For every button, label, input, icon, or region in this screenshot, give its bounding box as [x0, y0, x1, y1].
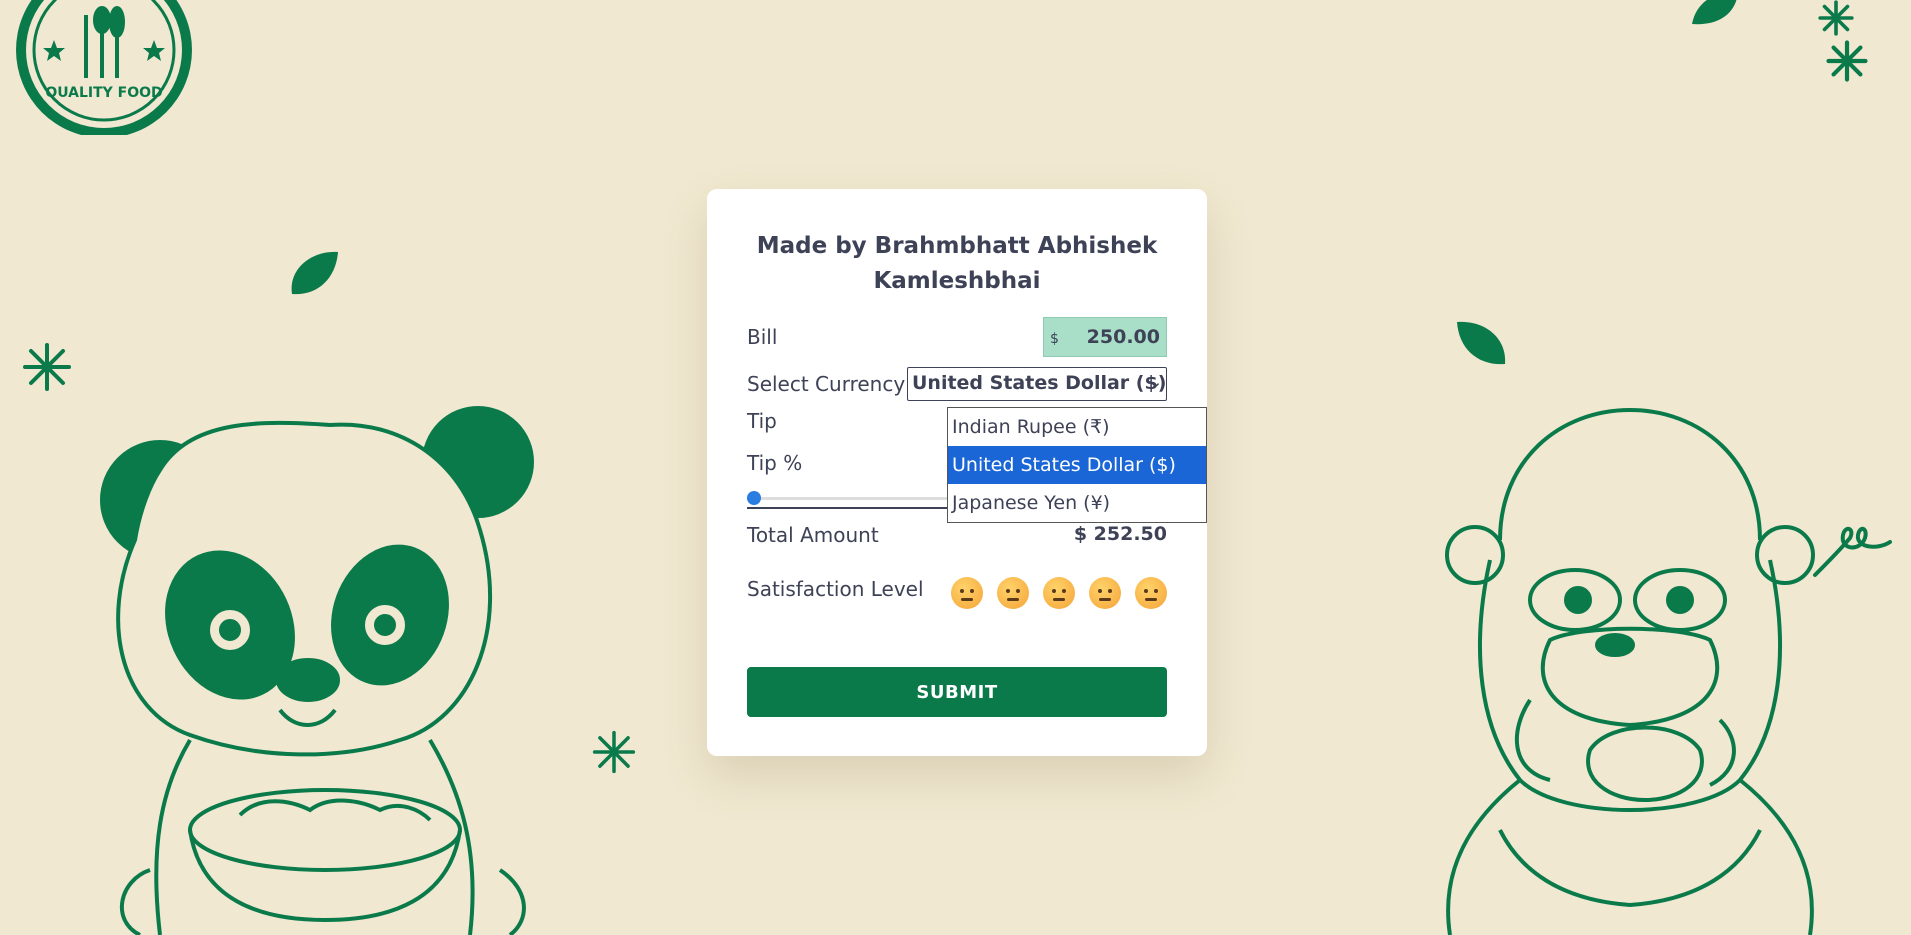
- bill-label: Bill: [747, 325, 778, 349]
- surprised-face-icon[interactable]: [1043, 577, 1075, 609]
- tip-percent-label: Tip %: [747, 451, 803, 475]
- neutral-face-icon[interactable]: [997, 577, 1029, 609]
- currency-option-inr[interactable]: Indian Rupee (₹): [948, 408, 1206, 446]
- grinning-face-icon[interactable]: [1135, 577, 1167, 609]
- tip-label: Tip: [747, 409, 777, 433]
- currency-row: Select Currency United States Dollar ($)…: [747, 367, 1207, 523]
- leaf-icon: [1457, 321, 1506, 365]
- currency-option-jpy[interactable]: Japanese Yen (¥): [948, 484, 1206, 522]
- card-title: Made by Brahmbhatt Abhishek Kamleshbhai: [756, 233, 1158, 294]
- leaf-icon: [1692, 0, 1737, 25]
- pensive-face-icon[interactable]: [951, 577, 983, 609]
- currency-selected-value: United States Dollar ($): [912, 372, 1167, 394]
- bill-input[interactable]: $ 250.00: [1043, 317, 1167, 357]
- smiling-face-icon[interactable]: [1089, 577, 1121, 609]
- total-row: Total Amount $ 252.50: [747, 523, 1167, 565]
- bill-row: Bill $ 250.00: [747, 317, 1167, 359]
- premium-quality-food-logo: QUALITY FOOD: [16, 0, 192, 135]
- leaf-icon: [291, 251, 338, 295]
- sparkle-icon: [1826, 40, 1868, 82]
- satisfaction-emojis: [951, 577, 1167, 609]
- total-label: Total Amount: [747, 523, 879, 547]
- currency-label: Select Currency: [747, 372, 906, 396]
- bill-value: 250.00: [1086, 326, 1160, 348]
- total-value: $ 252.50: [1073, 523, 1167, 545]
- currency-dropdown: Indian Rupee (₹) United States Dollar ($…: [947, 407, 1207, 523]
- tip-calculator-card: Made by Brahmbhatt Abhishek Kamleshbhai …: [707, 189, 1207, 756]
- satisfaction-row: Satisfaction Level: [747, 577, 1167, 619]
- tip-slider-thumb[interactable]: [747, 491, 761, 505]
- currency-option-usd[interactable]: United States Dollar ($): [948, 446, 1206, 484]
- submit-button[interactable]: SUBMIT: [747, 667, 1167, 717]
- sparkle-icon: [1818, 0, 1854, 36]
- sparkle-icon: [23, 343, 71, 391]
- chevron-down-icon: ⌄: [1149, 373, 1162, 391]
- panda-illustration: [100, 406, 534, 935]
- gorilla-illustration: [1445, 407, 1815, 935]
- bill-currency-symbol: $: [1050, 331, 1059, 347]
- currency-select[interactable]: United States Dollar ($) ⌄: [907, 367, 1167, 401]
- logo-bottom-text: QUALITY FOOD: [45, 85, 162, 101]
- satisfaction-label: Satisfaction Level: [747, 577, 924, 601]
